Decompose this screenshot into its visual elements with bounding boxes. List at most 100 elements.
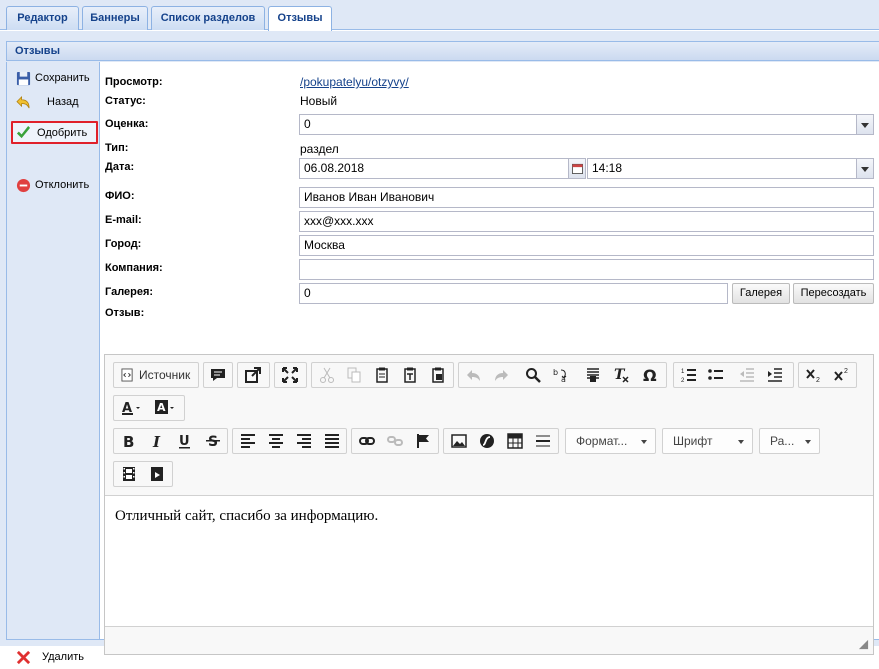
italic-icon[interactable]: I	[146, 431, 168, 451]
calendar-icon[interactable]	[568, 159, 585, 178]
company-field[interactable]	[299, 259, 874, 280]
toolbar-group-insert	[443, 428, 559, 454]
indent-icon[interactable]	[764, 365, 786, 385]
subscript-icon[interactable]: 2	[803, 365, 825, 385]
back-button[interactable]: Назад	[11, 92, 97, 114]
special-char-icon[interactable]: Ω	[639, 365, 661, 385]
time-value: 14:18	[592, 161, 623, 175]
editor-footer	[105, 626, 873, 654]
superscript-icon[interactable]: 2	[831, 365, 853, 385]
replace-icon[interactable]: ba	[550, 365, 572, 385]
table-icon[interactable]	[504, 431, 526, 451]
undo-icon[interactable]	[463, 365, 485, 385]
gallery-button[interactable]: Галерея	[732, 283, 790, 304]
time-dropdown-trigger[interactable]	[856, 159, 873, 178]
search-icon[interactable]	[522, 365, 544, 385]
svg-text:B: B	[123, 433, 134, 449]
svg-text:Ω: Ω	[643, 367, 657, 383]
select-all-icon[interactable]	[582, 365, 604, 385]
save-button[interactable]: Сохранить	[11, 68, 97, 90]
reject-button[interactable]: Отклонить	[11, 175, 97, 197]
resize-grip-icon[interactable]	[858, 639, 869, 650]
strikethrough-icon[interactable]: S	[202, 431, 224, 451]
flash-icon[interactable]	[476, 431, 498, 451]
toolbar-group-links	[351, 428, 439, 454]
bulleted-list-icon[interactable]	[705, 365, 727, 385]
link-icon[interactable]	[356, 431, 378, 451]
svg-text:b: b	[553, 368, 558, 377]
outdent-icon[interactable]	[736, 365, 758, 385]
rating-value: 0	[304, 117, 311, 131]
editor-toolbar: Источник b a T Ω 1 2 2 2 A A B I U Форма…	[105, 355, 873, 496]
align-left-icon[interactable]	[237, 431, 259, 451]
open-external-icon[interactable]	[242, 365, 264, 385]
align-center-icon[interactable]	[265, 431, 287, 451]
recreate-button[interactable]: Пересоздать	[793, 283, 874, 304]
align-justify-icon[interactable]	[321, 431, 343, 451]
format-dropdown[interactable]: Формат...	[565, 428, 656, 454]
delete-label: Удалить	[42, 651, 84, 663]
tab-banners[interactable]: Баннеры	[82, 6, 148, 30]
align-right-icon[interactable]	[293, 431, 315, 451]
toolbar-group-clipboard	[311, 362, 454, 388]
tab-editor[interactable]: Редактор	[6, 6, 79, 30]
editor-content[interactable]: Отличный сайт, спасибо за информацию.	[105, 496, 873, 626]
tab-sections-list[interactable]: Список разделов	[151, 6, 265, 30]
paste-icon[interactable]	[371, 365, 393, 385]
source-code-icon	[121, 368, 133, 382]
back-arrow-icon	[16, 95, 30, 109]
email-field[interactable]: xxx@xxx.xxx	[299, 211, 874, 232]
toolbar-group-comment	[203, 362, 233, 388]
horizontal-rule-icon[interactable]	[532, 431, 554, 451]
paste-word-icon[interactable]	[427, 365, 449, 385]
underline-icon[interactable]: U	[174, 431, 196, 451]
comment-icon[interactable]	[207, 365, 229, 385]
preview-link[interactable]: /pokupatelyu/otzyvy/	[300, 75, 409, 89]
maximize-icon[interactable]	[279, 365, 301, 385]
copy-icon[interactable]	[343, 365, 365, 385]
type-value: раздел	[300, 142, 339, 156]
rating-label: Оценка:	[105, 118, 149, 130]
date-field[interactable]: 06.08.2018	[299, 158, 586, 179]
toolbar-group-source: Источник	[113, 362, 199, 388]
numbered-list-icon[interactable]: 12	[678, 365, 700, 385]
video-film-icon[interactable]	[118, 464, 140, 484]
font-dropdown[interactable]: Шрифт	[662, 428, 753, 454]
gallery-field[interactable]: 0	[299, 283, 728, 304]
rating-select[interactable]: 0	[299, 114, 874, 135]
floppy-disk-icon	[16, 71, 31, 86]
preview-label: Просмотр:	[105, 76, 163, 88]
unlink-icon[interactable]	[384, 431, 406, 451]
delete-button[interactable]: Удалить	[11, 647, 97, 669]
youtube-clip-icon[interactable]	[146, 464, 168, 484]
paste-text-icon[interactable]	[399, 365, 421, 385]
rating-dropdown-trigger[interactable]	[856, 115, 873, 134]
status-value: Новый	[300, 94, 338, 108]
redo-icon[interactable]	[490, 365, 512, 385]
toolbar-group-colors: A A	[113, 395, 185, 421]
anchor-flag-icon[interactable]	[412, 431, 434, 451]
fio-field[interactable]: Иванов Иван Иванович	[299, 187, 874, 208]
city-field[interactable]: Москва	[299, 235, 874, 256]
approve-label: Одобрить	[37, 127, 88, 139]
company-label: Компания:	[105, 262, 163, 274]
text-color-icon[interactable]: A	[118, 398, 148, 418]
time-select[interactable]: 14:18	[587, 158, 874, 179]
tab-reviews[interactable]: Отзывы	[268, 6, 332, 31]
source-button[interactable]: Источник	[139, 363, 190, 387]
save-label: Сохранить	[35, 72, 90, 84]
bold-icon[interactable]: B	[118, 431, 140, 451]
city-label: Город:	[105, 238, 142, 250]
close-x-icon	[16, 650, 31, 665]
back-label: Назад	[47, 96, 79, 108]
cut-icon[interactable]	[316, 365, 338, 385]
remove-format-icon[interactable]: T	[610, 365, 632, 385]
approve-button[interactable]: Одобрить	[11, 121, 98, 144]
toolbar-group-edit: ba T Ω	[458, 362, 667, 388]
image-icon[interactable]	[448, 431, 470, 451]
size-dropdown[interactable]: Ра...	[759, 428, 820, 454]
status-label: Статус:	[105, 95, 146, 107]
toolbar-group-maximize	[274, 362, 307, 388]
background-color-icon[interactable]: A	[152, 398, 182, 418]
review-form: Просмотр: /pokupatelyu/otzyvy/ Статус: Н…	[99, 62, 879, 655]
